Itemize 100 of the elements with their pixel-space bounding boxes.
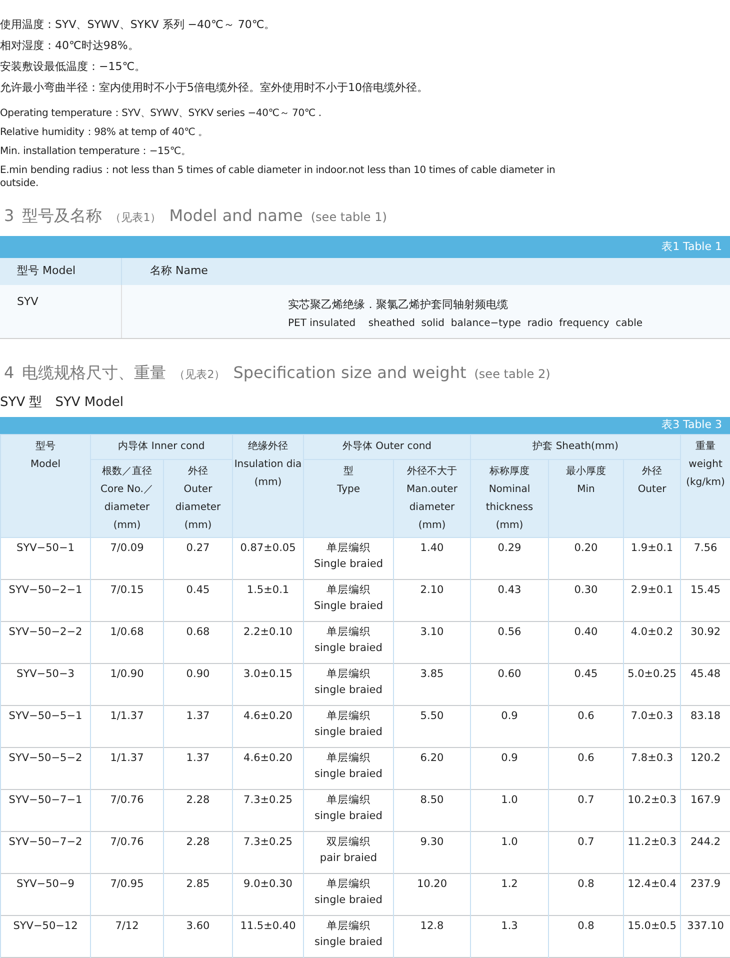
section-title-zh: 型号及名称 — [22, 205, 102, 227]
section-title-en: Model and name — [169, 205, 303, 227]
table-cell: 1.2 — [470, 874, 548, 916]
table-cell: 单层编织 Single braied — [304, 538, 394, 580]
table-cell: 2.28 — [164, 832, 232, 874]
table-cell: 7.3±0.25 — [232, 832, 304, 874]
table-cell: 1.37 — [164, 706, 232, 748]
table-cell: 0.9 — [470, 748, 548, 790]
table-cell: 0.20 — [548, 538, 624, 580]
table-caption-bar: 表1 Table 1 — [0, 236, 730, 258]
table-cell: 5.0±0.25 — [624, 664, 681, 706]
table-cell: 7.56 — [680, 538, 730, 580]
column-header: 重量 weight (kg/km) — [680, 434, 730, 538]
section-ref-zh: （见表1） — [110, 210, 162, 226]
table-cell: 15.45 — [680, 580, 730, 622]
table-cell: 0.90 — [164, 664, 232, 706]
table-cell: SYV−50−12 — [0, 916, 90, 958]
table-cell: 5.50 — [394, 706, 470, 748]
column-header: 外径不大于 Man.outer diameter (mm) — [394, 460, 470, 538]
table-cell: 3.0±0.15 — [232, 664, 304, 706]
table-cell: 0.8 — [548, 916, 624, 958]
table-cell: 11.5±0.40 — [232, 916, 304, 958]
table-cell: 1/1.37 — [90, 706, 164, 748]
table-cell: 15.0±0.5 — [624, 916, 681, 958]
table-cell: 0.68 — [164, 622, 232, 664]
intro-line: 相对湿度：40℃时达98%。 — [0, 39, 139, 53]
table-cell: 0.8 — [548, 874, 624, 916]
column-header: 绝缘外径 Insulation dia (mm) — [232, 434, 304, 538]
table-cell: 337.10 — [680, 916, 730, 958]
table-cell: 单层编织 single braied — [304, 622, 394, 664]
intro-line: E.min bending radius：not less than 5 times of cable diameter in indoor.not less than 10 times of cable diameter in outside. — [0, 164, 556, 190]
name-en: PET insulated sheathed solid balance−type radio frequency cable — [288, 316, 643, 330]
table-cell: 12.8 — [394, 916, 470, 958]
column-header: 根数／直径 Core No.／ diameter (mm) — [90, 460, 164, 538]
table-cell: 0.29 — [470, 538, 548, 580]
table-cell: 0.30 — [548, 580, 624, 622]
table-cell: 0.40 — [548, 622, 624, 664]
table-cell: SYV−50−2−2 — [0, 622, 90, 664]
table-cell: SYV−50−2−1 — [0, 580, 90, 622]
table-cell: 0.87±0.05 — [232, 538, 304, 580]
table-cell: 7.8±0.3 — [624, 748, 681, 790]
intro-line: Operating temperature：SYV、SYWV、SYKV series −40℃～ 70℃ . — [0, 107, 322, 120]
column-header: 最小厚度 Min — [548, 460, 624, 538]
table-cell: 7/0.76 — [90, 832, 164, 874]
column-header: 名称 Name — [149, 263, 209, 280]
table-cell: 0.6 — [548, 748, 624, 790]
table-cell: 3.10 — [394, 622, 470, 664]
table-cell: 单层编织 single braied — [304, 916, 394, 958]
table-cell: SYV−50−7−1 — [0, 790, 90, 832]
table-cell: 2.28 — [164, 790, 232, 832]
table-cell: 7/0.95 — [90, 874, 164, 916]
table-cell: SYV−50−7−2 — [0, 832, 90, 874]
table-cell: 237.9 — [680, 874, 730, 916]
section-ref-en: (see table 2) — [474, 366, 550, 383]
table-cell: 1.0 — [470, 832, 548, 874]
table-cell: 3.85 — [394, 664, 470, 706]
table-cell: 1.37 — [164, 748, 232, 790]
table-cell: 8.50 — [394, 790, 470, 832]
section-number: 4 — [4, 362, 14, 384]
table-cell: 2.9±0.1 — [624, 580, 681, 622]
table-cell: 0.7 — [548, 790, 624, 832]
table-cell: 1.5±0.1 — [232, 580, 304, 622]
table-cell: SYV−50−1 — [0, 538, 90, 580]
table-cell: 0.43 — [470, 580, 548, 622]
name-zh: 实芯聚乙烯绝缘．聚氯乙烯护套同轴射频电缆 — [288, 297, 508, 313]
table-cell: 6.20 — [394, 748, 470, 790]
table-cell: 83.18 — [680, 706, 730, 748]
table-cell: SYV−50−3 — [0, 664, 90, 706]
table-cell: 7/0.76 — [90, 790, 164, 832]
table-cell: 10.20 — [394, 874, 470, 916]
table-cell: SYV−50−9 — [0, 874, 90, 916]
table-cell: 1/0.90 — [90, 664, 164, 706]
table-cell: 7.3±0.25 — [232, 790, 304, 832]
column-header: 标称厚度 Nominal thickness (mm) — [470, 460, 548, 538]
table-cell: SYV−50−5−1 — [0, 706, 90, 748]
table-cell: 单层编织 single braied — [304, 664, 394, 706]
table-cell: 4.6±0.20 — [232, 706, 304, 748]
column-header: 外导体 Outer cond — [304, 434, 470, 460]
table-cell: 0.6 — [548, 706, 624, 748]
table-cell: 9.30 — [394, 832, 470, 874]
table-caption-bar: 表3 Table 3 — [0, 416, 730, 434]
table-cell: 11.2±0.3 — [624, 832, 681, 874]
section-number: 3 — [4, 205, 14, 227]
intro-line: 使用温度：SYV、SYWV、SYKV 系列 −40℃～ 70℃。 — [0, 18, 276, 32]
table-subtitle: SYV 型 SYV Model — [0, 394, 124, 412]
column-header: 型号 Model — [0, 434, 90, 538]
table-cell: 1/0.68 — [90, 622, 164, 664]
section-title-en: Specification size and weight — [233, 362, 466, 384]
table-cell: 0.9 — [470, 706, 548, 748]
table-cell: 2.10 — [394, 580, 470, 622]
table-cell: 45.48 — [680, 664, 730, 706]
table-cell: 单层编织 single braied — [304, 874, 394, 916]
table-cell: 12.4±0.4 — [624, 874, 681, 916]
table-cell: 0.7 — [548, 832, 624, 874]
table-cell: 4.6±0.20 — [232, 748, 304, 790]
table-cell: 120.2 — [680, 748, 730, 790]
intro-line: Min. installation temperature：−15℃。 — [0, 145, 191, 158]
table-cell: 2.85 — [164, 874, 232, 916]
intro-line: 安装敷设最低温度：−15℃。 — [0, 60, 146, 74]
table-cell: 单层编织 single braied — [304, 790, 394, 832]
